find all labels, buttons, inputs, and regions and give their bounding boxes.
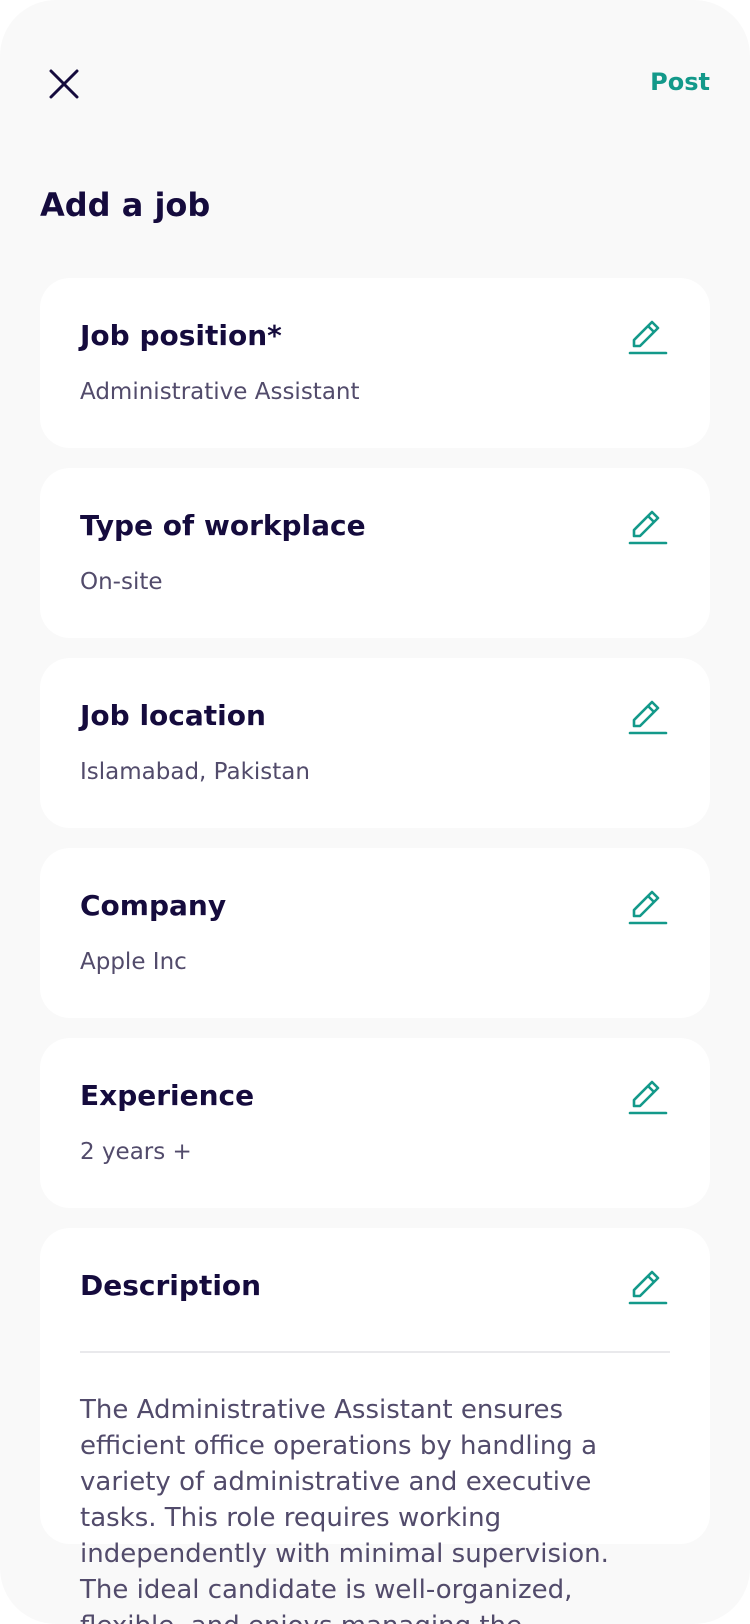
edit-company-icon[interactable] — [626, 886, 668, 928]
description-divider — [80, 1351, 670, 1353]
workplace-label: Type of workplace — [80, 509, 366, 542]
company-value: Apple Inc — [80, 949, 187, 975]
page-title: Add a job — [40, 186, 211, 224]
company-label: Company — [80, 889, 227, 922]
add-job-screen: Post Add a job Job position* Administrat… — [0, 0, 750, 1624]
job-position-value: Administrative Assistant — [80, 379, 360, 405]
close-button[interactable] — [40, 60, 88, 108]
edit-description-icon[interactable] — [626, 1266, 668, 1308]
edit-workplace-icon[interactable] — [626, 506, 668, 548]
description-label: Description — [80, 1269, 262, 1302]
edit-job-position-icon[interactable] — [626, 316, 668, 358]
workplace-value: On-site — [80, 569, 163, 595]
experience-label: Experience — [80, 1079, 255, 1112]
close-icon — [49, 69, 79, 99]
company-card[interactable]: Company Apple Inc — [40, 848, 710, 1018]
job-position-label: Job position* — [80, 319, 282, 352]
location-label: Job location — [80, 699, 266, 732]
description-text: The Administrative Assistant ensures eff… — [80, 1395, 609, 1624]
experience-value: 2 years + — [80, 1139, 192, 1165]
workplace-card[interactable]: Type of workplace On-site — [40, 468, 710, 638]
experience-card[interactable]: Experience 2 years + — [40, 1038, 710, 1208]
edit-experience-icon[interactable] — [626, 1076, 668, 1118]
edit-location-icon[interactable] — [626, 696, 668, 738]
location-card[interactable]: Job location Islamabad, Pakistan — [40, 658, 710, 828]
location-value: Islamabad, Pakistan — [80, 759, 310, 785]
post-button[interactable]: Post — [650, 68, 710, 96]
job-position-card[interactable]: Job position* Administrative Assistant — [40, 278, 710, 448]
